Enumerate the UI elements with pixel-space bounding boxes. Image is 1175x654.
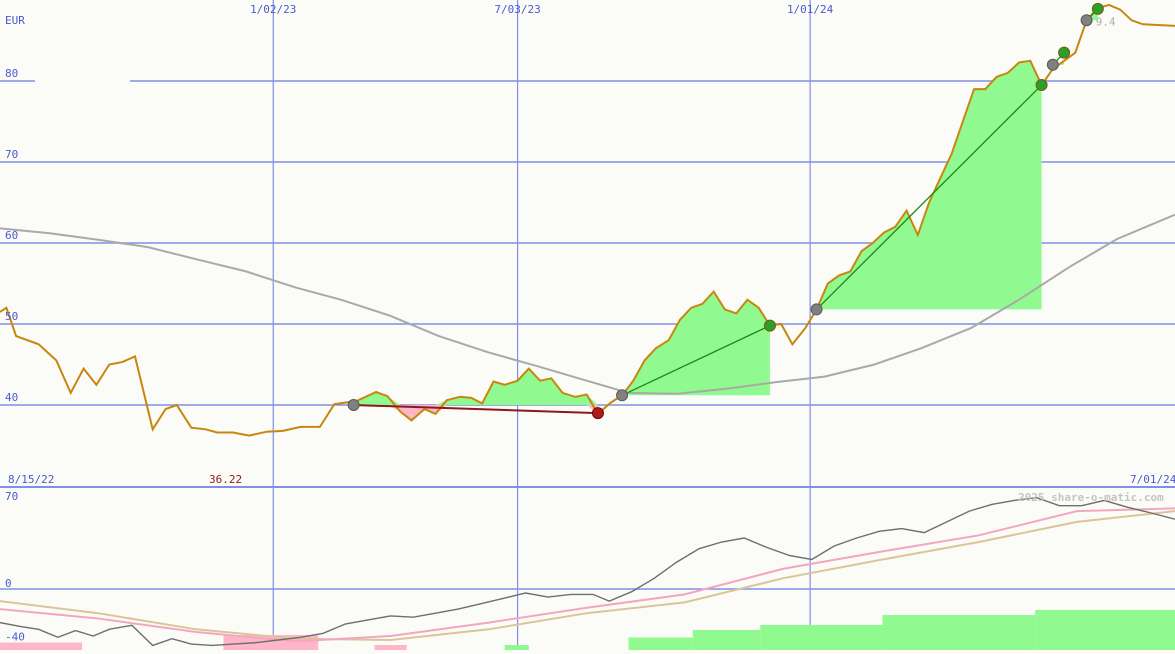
y-tick-label-40: 40 [5,391,18,404]
trade-entry-marker-3 [810,303,823,316]
watermark: 2025 share-o-matic.com [1018,491,1164,504]
histogram-bar-7 [760,625,883,650]
histogram-bar-9 [1035,610,1175,650]
x-tick-label-2: 1/01/24 [787,3,834,16]
trade-entry-marker-5 [1080,14,1093,27]
histogram-bar-4 [504,645,529,650]
y-tick-label-80: 80 [5,67,18,80]
price-label-partial: 9.4 [1096,15,1116,28]
osc-y-tick-label-0: 0 [5,577,12,590]
histogram-bar-8 [882,615,1036,650]
trade-entry-marker-4 [1046,58,1059,71]
trade-fill-2 [622,291,770,396]
trade-exit-marker-1 [591,407,604,420]
x-tick-label-1: 7/03/23 [494,3,540,16]
histogram-bar-5 [628,637,693,650]
trade-fill-layer [0,8,1175,650]
trade-entry-marker-2 [616,389,629,402]
x-tick-label-0: 1/02/23 [250,3,296,16]
trade-exit-marker-4 [1058,46,1071,59]
trade-line-1 [353,404,598,415]
min-price-label: 36.22 [209,473,242,486]
chart-canvas: EUR 8/15/22 36.22 7/01/24 2025 share-o-m… [0,0,1175,650]
y-tick-label-50: 50 [5,310,18,323]
x-end-label: 7/01/24 [1130,473,1175,486]
trade-exit-marker-2 [763,319,776,332]
histogram-bar-6 [692,630,761,650]
stock-chart: EUR 8/15/22 36.22 7/01/24 2025 share-o-m… [0,0,1175,650]
trade-exit-marker-3 [1035,79,1048,92]
y-tick-label-70: 70 [5,148,18,161]
y-tick-label-60: 60 [5,229,18,242]
x-start-label: 8/15/22 [8,473,54,486]
osc-y-tick-label-70: 70 [5,490,18,503]
osc-y-tick-label--40: -40 [5,631,25,644]
currency-label: EUR [5,14,25,27]
trade-exit-marker-5 [1091,2,1104,15]
histogram-bar-3 [374,645,407,650]
trade-entry-marker-1 [347,399,360,411]
